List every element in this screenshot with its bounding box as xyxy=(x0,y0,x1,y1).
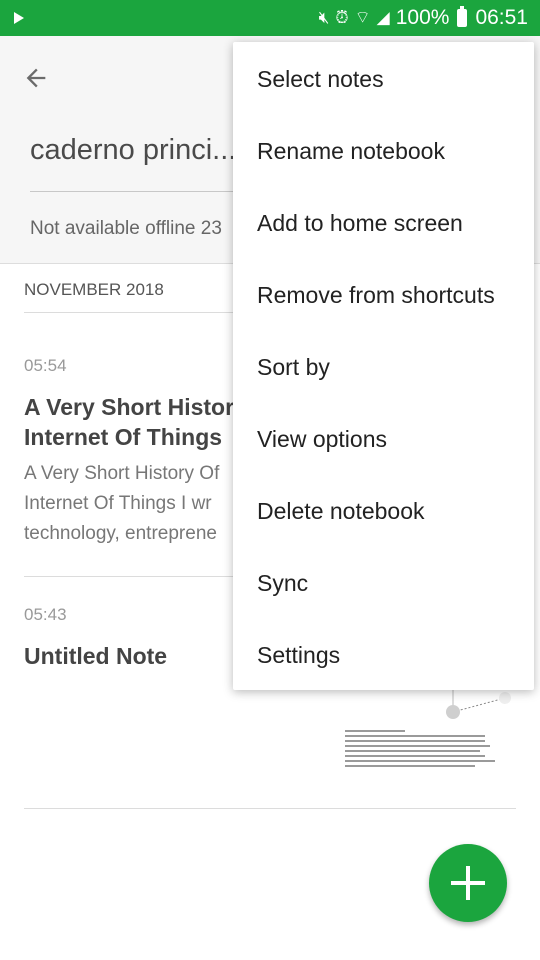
note-time: 05:54 xyxy=(24,356,67,375)
divider xyxy=(24,808,516,809)
note-thumbnail xyxy=(345,690,515,790)
diagram-thumbnail-icon xyxy=(446,690,511,719)
battery-icon xyxy=(457,6,468,27)
notebook-title[interactable]: caderno princi... xyxy=(30,134,236,167)
battery-percent: 100% xyxy=(395,6,450,29)
menu-item-select-notes[interactable]: Select notes xyxy=(233,43,534,115)
add-note-button[interactable] xyxy=(429,844,507,922)
menu-item-add-to-home-screen[interactable]: Add to home screen xyxy=(233,187,534,259)
overflow-menu: Select notes Rename notebook Add to home… xyxy=(233,42,534,690)
alarm-icon: ⏰︎ xyxy=(335,8,349,28)
menu-item-sync[interactable]: Sync xyxy=(233,547,534,619)
mute-icon: 🔇︎ xyxy=(318,8,330,28)
section-header: NOVEMBER 2018 xyxy=(24,280,164,299)
menu-item-remove-from-shortcuts[interactable]: Remove from shortcuts xyxy=(233,259,534,331)
menu-item-sort-by[interactable]: Sort by xyxy=(233,331,534,403)
play-icon xyxy=(14,12,24,24)
clock: 06:51 xyxy=(475,6,528,29)
plus-icon xyxy=(451,866,485,900)
signal-icon: ◢ xyxy=(376,8,390,28)
offline-status: Not available offline 23 xyxy=(30,218,222,239)
back-arrow-icon[interactable] xyxy=(22,64,50,92)
menu-item-delete-notebook[interactable]: Delete notebook xyxy=(233,475,534,547)
wifi-icon: ⌔ xyxy=(354,8,371,28)
menu-item-rename-notebook[interactable]: Rename notebook xyxy=(233,115,534,187)
note-title: Internet Of Things xyxy=(24,424,223,450)
status-bar: 🔇︎ ⏰︎ ⌔ ◢ 100% 06:51 xyxy=(0,0,540,36)
status-icons: 🔇︎ ⏰︎ ⌔ ◢ 100% 06:51 xyxy=(319,0,528,36)
note-title: A Very Short History xyxy=(24,394,247,420)
menu-item-settings[interactable]: Settings xyxy=(233,619,534,691)
note-time: 05:43 xyxy=(24,605,67,624)
note-title: Untitled Note xyxy=(24,643,168,669)
menu-item-view-options[interactable]: View options xyxy=(233,403,534,475)
